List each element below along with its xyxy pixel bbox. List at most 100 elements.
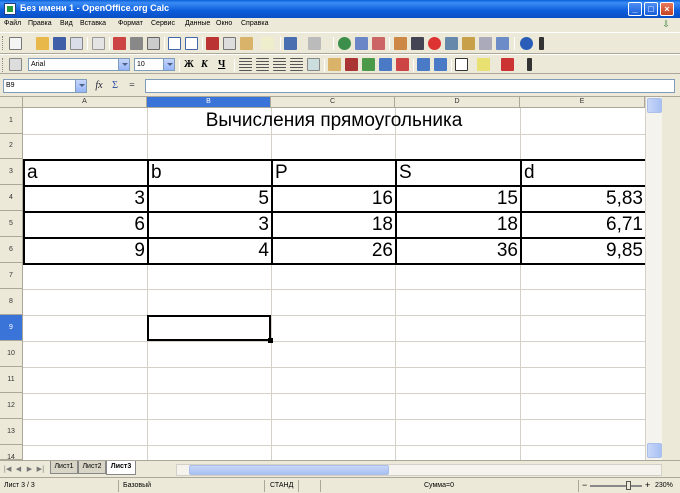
table-cell[interactable]: 4	[147, 237, 273, 265]
menu-data[interactable]: Данные	[185, 20, 210, 27]
table-cell[interactable]: 5,83	[520, 185, 647, 213]
row-header-14[interactable]: 14	[0, 445, 23, 460]
select-all-corner[interactable]	[0, 97, 23, 108]
print-icon[interactable]	[130, 37, 143, 50]
spellcheck-icon[interactable]	[168, 37, 181, 50]
row-header-11[interactable]: 11	[0, 367, 23, 393]
sum-button[interactable]: Σ	[109, 79, 121, 92]
formula-input[interactable]	[145, 79, 675, 93]
last-sheet-icon[interactable]: ▶|	[36, 464, 45, 474]
column-header-b[interactable]: B	[147, 97, 271, 108]
insert-mode[interactable]: СТАНД	[270, 482, 293, 489]
table-cell[interactable]: 3	[23, 185, 149, 213]
next-sheet-icon[interactable]: ▶	[25, 464, 34, 474]
toolbar-overflow-icon[interactable]	[539, 37, 544, 50]
redo-icon[interactable]	[308, 37, 321, 50]
font-color-icon[interactable]	[501, 58, 514, 71]
delete-decimal-icon[interactable]	[396, 58, 409, 71]
increase-indent-icon[interactable]	[434, 58, 447, 71]
toolbar-grip[interactable]	[2, 58, 5, 72]
zoom-icon[interactable]	[496, 37, 509, 50]
column-header-d[interactable]: D	[395, 97, 520, 108]
table-cell[interactable]: 16	[271, 185, 397, 213]
table-cell[interactable]: 36	[395, 237, 522, 265]
font-name-combo[interactable]: Arial	[28, 58, 130, 71]
data-sources-icon[interactable]	[479, 37, 492, 50]
chevron-down-icon[interactable]	[163, 59, 174, 70]
zoom-level[interactable]: 230%	[655, 482, 673, 489]
standard-format-icon[interactable]	[362, 58, 375, 71]
undo-icon[interactable]	[284, 37, 297, 50]
cut-icon[interactable]	[206, 37, 219, 50]
table-header-cell[interactable]: b	[147, 159, 273, 187]
styles-icon[interactable]	[9, 58, 22, 71]
sort-descending-icon[interactable]	[372, 37, 385, 50]
new-document-icon[interactable]	[9, 37, 22, 50]
close-button[interactable]: ×	[660, 2, 674, 16]
navigator-icon[interactable]	[428, 37, 441, 50]
row-header-2[interactable]: 2	[0, 134, 23, 159]
italic-button[interactable]: К	[201, 58, 208, 71]
sheet-tab-3[interactable]: Лист3	[106, 461, 136, 475]
scroll-up-icon[interactable]	[647, 98, 662, 113]
table-cell[interactable]: 15	[395, 185, 522, 213]
menu-help[interactable]: Справка	[241, 20, 268, 27]
row-header-7[interactable]: 7	[0, 263, 23, 289]
hyperlink-icon[interactable]	[338, 37, 351, 50]
horizontal-scrollbar[interactable]	[176, 464, 662, 476]
table-cell[interactable]: 6	[23, 211, 149, 239]
function-button[interactable]: =	[126, 79, 138, 92]
decrease-indent-icon[interactable]	[417, 58, 430, 71]
percent-format-icon[interactable]	[345, 58, 358, 71]
first-sheet-icon[interactable]: |◀	[3, 464, 12, 474]
draw-functions-icon[interactable]	[445, 37, 458, 50]
table-header-cell[interactable]: a	[23, 159, 149, 187]
save-icon[interactable]	[53, 37, 66, 50]
document-close-icon[interactable]: ⇩	[660, 19, 672, 30]
gallery-icon[interactable]	[462, 37, 475, 50]
name-box[interactable]: B9	[3, 79, 87, 93]
sort-ascending-icon[interactable]	[355, 37, 368, 50]
zoom-slider-handle[interactable]	[626, 481, 631, 490]
table-cell[interactable]: 6,71	[520, 211, 647, 239]
background-color-icon[interactable]	[477, 58, 490, 71]
page-preview-icon[interactable]	[147, 37, 160, 50]
table-cell[interactable]: 5	[147, 185, 273, 213]
table-cell[interactable]: 18	[395, 211, 522, 239]
underline-button[interactable]: Ч	[218, 58, 225, 71]
email-icon[interactable]	[70, 37, 83, 50]
chart-icon[interactable]	[394, 37, 407, 50]
row-header-6[interactable]: 6	[0, 237, 23, 263]
zoom-out-icon[interactable]: −	[582, 480, 587, 490]
function-wizard-button[interactable]: fx	[93, 79, 105, 92]
menu-file[interactable]: Файл	[4, 20, 21, 27]
row-header-3[interactable]: 3	[0, 159, 23, 185]
table-cell[interactable]: 9	[23, 237, 149, 265]
column-header-c[interactable]: C	[271, 97, 395, 108]
find-binoculars-icon[interactable]	[411, 37, 424, 50]
row-header-9[interactable]: 9	[0, 315, 23, 341]
table-header-cell[interactable]: d	[520, 159, 647, 187]
column-header-a[interactable]: A	[23, 97, 147, 108]
toolbar-overflow-icon[interactable]	[527, 58, 532, 71]
row-header-1[interactable]: 1	[0, 108, 23, 134]
chevron-down-icon[interactable]	[118, 59, 129, 70]
sheet-tab-2[interactable]: Лист2	[78, 461, 106, 474]
autospellcheck-icon[interactable]	[185, 37, 198, 50]
sheet-tab-1[interactable]: Лист1	[50, 461, 78, 474]
table-cell[interactable]: 18	[271, 211, 397, 239]
justify-icon[interactable]	[290, 58, 303, 71]
row-header-5[interactable]: 5	[0, 211, 23, 237]
table-cell[interactable]: 3	[147, 211, 273, 239]
scroll-down-icon[interactable]	[647, 443, 662, 458]
vertical-scrollbar[interactable]	[645, 97, 662, 460]
menu-view[interactable]: Вид	[60, 20, 73, 27]
align-right-icon[interactable]	[273, 58, 286, 71]
minimize-button[interactable]: _	[628, 2, 642, 16]
table-cell[interactable]: 9,85	[520, 237, 647, 265]
prev-sheet-icon[interactable]: ◀	[14, 464, 23, 474]
zoom-in-icon[interactable]: +	[645, 480, 650, 490]
selected-cell-b9[interactable]	[147, 315, 273, 343]
font-size-combo[interactable]: 10	[134, 58, 175, 71]
merge-cells-icon[interactable]	[307, 58, 320, 71]
